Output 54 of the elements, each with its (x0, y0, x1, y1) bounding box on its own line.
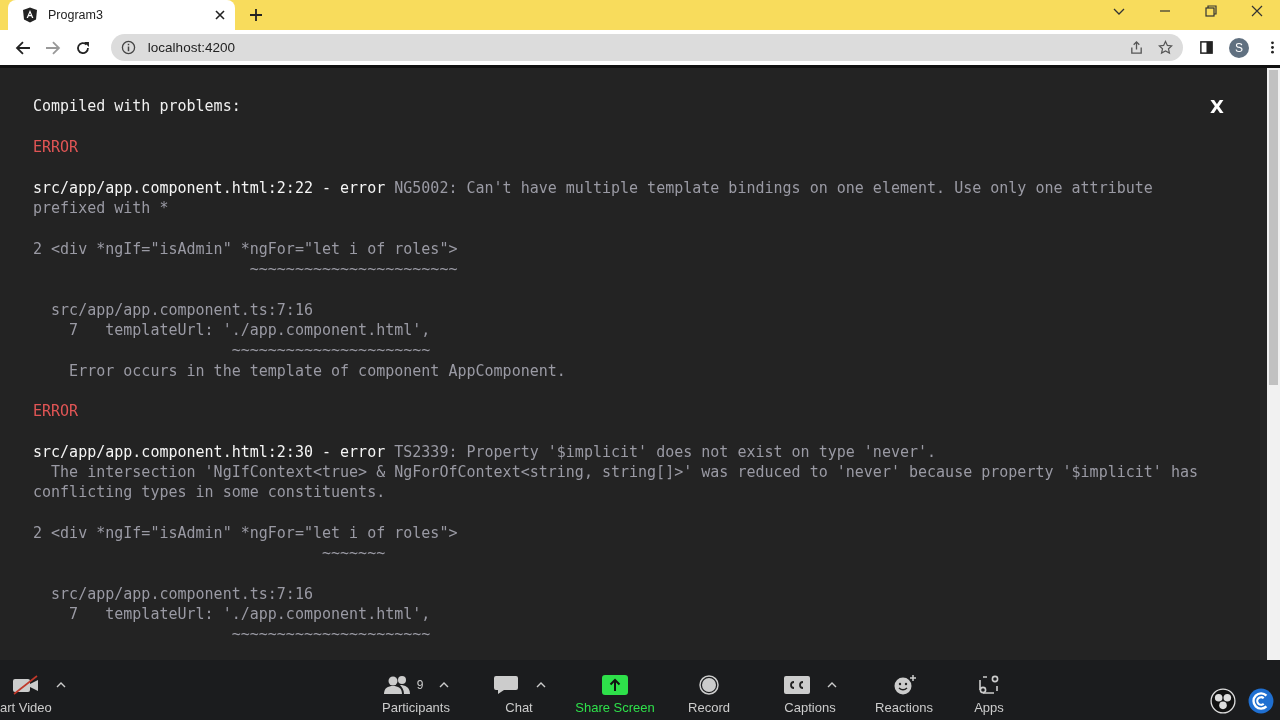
share-screen-icon (601, 674, 629, 695)
profile-avatar[interactable]: S (1229, 37, 1250, 58)
new-tab-icon[interactable] (250, 9, 262, 21)
video-off-icon (12, 674, 40, 695)
reload-icon[interactable] (74, 39, 91, 56)
error-underline: ~~~~~~~~~~~~~~~~~~~~~~ (230, 341, 431, 360)
error-note: Error occurs in the template of component AppComponent. (68, 361, 566, 380)
toolbar-button[interactable]: art Video (0, 665, 70, 715)
toolbar-button[interactable]: Share Screen (573, 665, 657, 715)
tab-title: Program3 (48, 8, 104, 22)
error-underline: ~~~~~~~ (321, 544, 386, 563)
toolbar-button[interactable]: 9 Participants (374, 665, 458, 715)
chat-icon (492, 674, 520, 695)
error-label: ERROR (33, 402, 79, 421)
trace-file: src/app/app.component.ts:7:16 (50, 584, 313, 603)
aperture-icon[interactable] (1210, 688, 1236, 714)
trace-file: src/app/app.component.ts:7:16 (50, 300, 313, 319)
restore-icon[interactable] (1205, 4, 1217, 17)
code-line: 7 templateUrl: './app.component.html', (68, 320, 431, 339)
star-icon[interactable] (1158, 40, 1174, 55)
overlay-title: Compiled with problems: (33, 96, 241, 117)
caret-icon[interactable] (56, 681, 66, 688)
error-underline: ~~~~~~~~~~~~~~~~~~~~~~~ (248, 260, 458, 279)
close-icon[interactable] (215, 10, 225, 20)
close-button[interactable]: X (1203, 96, 1231, 117)
error-message: src/app/app.component.html:2:30 - error TS2339: Property '$implicit' does not exist on type 'never'. (33, 441, 938, 463)
error-label: ERROR (33, 138, 79, 157)
people-icon (382, 674, 411, 695)
code-line: 2 <div *ngIf="isAdmin" *ngFor="let i of roles"> (33, 523, 458, 542)
forward-icon[interactable] (44, 39, 61, 56)
browser-tab[interactable]: Program3 (8, 0, 235, 30)
toolbar-button[interactable]: Chat (477, 665, 561, 715)
captions-icon (783, 674, 811, 695)
toolbar-button[interactable]: Reactions (862, 665, 946, 715)
shield-logo-icon (22, 7, 38, 23)
toolbar-button[interactable]: Record (667, 665, 751, 715)
caret-icon[interactable] (827, 681, 837, 688)
error-message: src/app/app.component.html:2:22 - error NG5002: Can't have multiple template bindings on one element. Use only one attribute prefixed with * (33, 177, 1154, 219)
back-icon[interactable] (15, 39, 31, 56)
code-line: 7 templateUrl: './app.component.html', (68, 605, 431, 624)
close-icon[interactable] (1251, 4, 1263, 17)
address-bar[interactable]: localhost:4200 (110, 34, 1184, 61)
sidebar-icon[interactable] (1199, 40, 1215, 55)
share-icon[interactable] (1129, 40, 1145, 55)
code-line: 2 <div *ngIf="isAdmin" *ngFor="let i of roles"> (33, 239, 458, 258)
error-underline: ~~~~~~~~~~~~~~~~~~~~~~ (230, 625, 431, 644)
app-icon[interactable] (1248, 688, 1274, 714)
info-icon (120, 40, 136, 55)
caret-icon[interactable] (536, 681, 546, 688)
caret-icon[interactable] (439, 681, 450, 688)
toolbar-button[interactable]: Apps (947, 665, 1031, 715)
toolbar-button[interactable]: Captions (768, 665, 852, 715)
error-detail: The intersection 'NgIfContext<true> & NgForOfContext<string, string[]>' was reduced to 'never' because property '$implicit' has conflicting types in some constituents. (33, 463, 1199, 502)
scrollbar[interactable] (1267, 68, 1280, 660)
